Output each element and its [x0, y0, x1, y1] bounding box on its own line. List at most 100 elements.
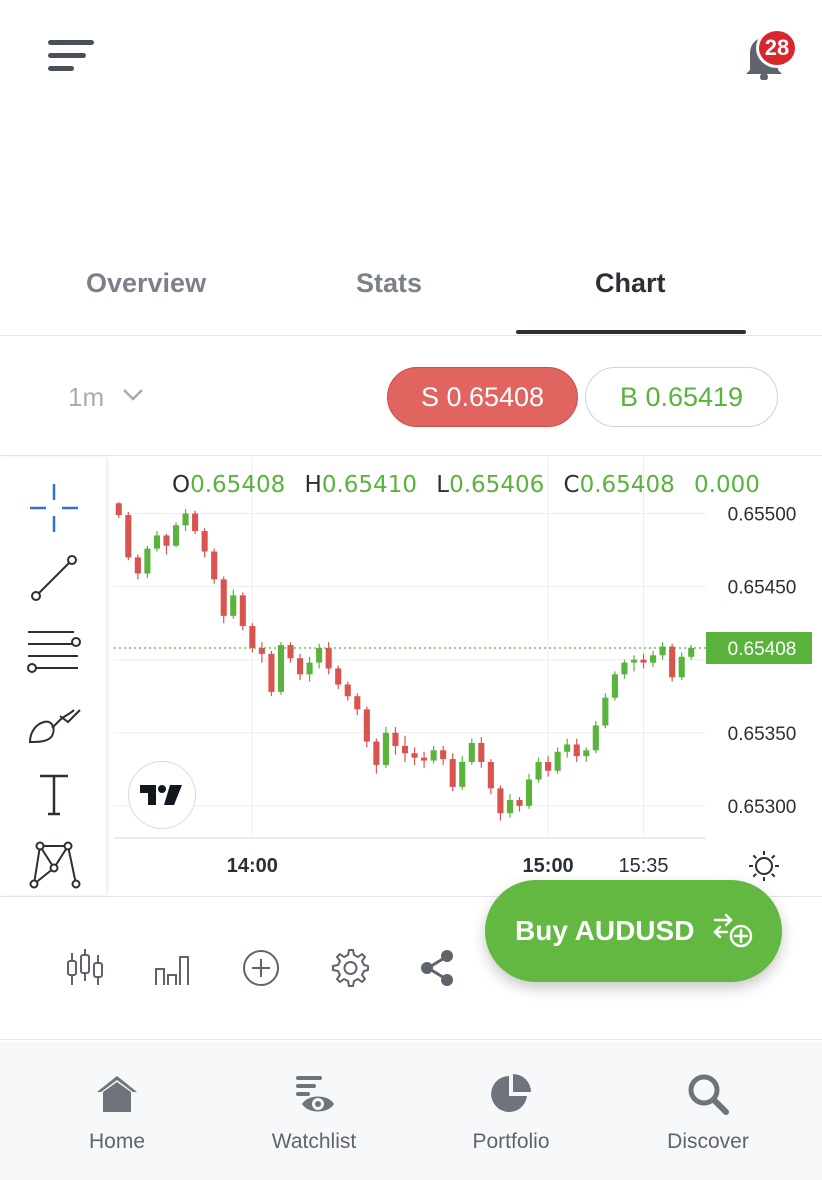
- candle-body: [363, 709, 370, 742]
- candle-body: [230, 595, 237, 616]
- menu-icon[interactable]: [48, 38, 96, 72]
- candle-body: [373, 741, 380, 765]
- notification-badge: 28: [756, 28, 798, 68]
- candle-body: [392, 732, 399, 746]
- candle-body: [583, 750, 590, 757]
- candles-icon[interactable]: [64, 947, 106, 989]
- candle-body: [592, 725, 599, 751]
- candle-body: [335, 668, 342, 685]
- candle-body: [516, 800, 523, 806]
- chart-area[interactable]: 0.65500 0.65450 0.65350 0.65300 0.65408 14:00…: [0, 458, 822, 895]
- open-label: O: [172, 472, 191, 498]
- x-tick-label: 14:00: [227, 855, 278, 877]
- candle-body: [144, 548, 151, 574]
- candle-body: [125, 515, 132, 558]
- active-tab-indicator: [516, 330, 746, 334]
- candle-body: [440, 750, 447, 760]
- candle-body: [268, 653, 275, 692]
- candle-body: [525, 779, 533, 806]
- tab-bar: Overview Stats Chart: [0, 250, 822, 336]
- chart-settings-icon[interactable]: [749, 851, 779, 881]
- bars-icon[interactable]: [152, 947, 194, 989]
- sell-price-button[interactable]: S 0.65408: [387, 367, 578, 427]
- candle-body: [172, 525, 180, 546]
- candle-body: [611, 674, 618, 698]
- candle-body: [449, 759, 456, 787]
- buy-audusd-button[interactable]: Buy AUDUSD: [485, 880, 782, 982]
- change-value: 0.000: [694, 472, 760, 498]
- fib-retracement-icon[interactable]: [24, 620, 84, 680]
- candle-body: [115, 503, 122, 515]
- share-icon[interactable]: [416, 947, 458, 989]
- candle-body: [220, 579, 227, 616]
- candle-body: [211, 551, 218, 580]
- tab-overview[interactable]: Overview: [86, 268, 206, 299]
- candle-body: [554, 751, 561, 771]
- candle-body: [564, 744, 571, 752]
- tradingview-logo-icon: [140, 785, 182, 805]
- candle-body: [640, 659, 647, 663]
- chart-controls: 1m S 0.65408 B 0.65419: [0, 336, 822, 456]
- settings-icon[interactable]: [328, 947, 370, 989]
- x-tick-label: 15:35: [618, 855, 668, 877]
- discover-icon: [688, 1074, 729, 1115]
- pattern-icon[interactable]: [24, 834, 84, 894]
- top-bar: 28: [0, 0, 822, 250]
- y-tick-label: 0.65350: [728, 724, 797, 745]
- high-value: 0.65410: [321, 472, 417, 498]
- brush-icon[interactable]: [24, 692, 84, 752]
- trend-line-icon[interactable]: [24, 548, 84, 608]
- nav-discover[interactable]: Discover: [628, 1072, 788, 1154]
- candle-body: [506, 800, 514, 814]
- candle-body: [535, 762, 542, 780]
- candle-body: [153, 535, 160, 549]
- y-tick-label: 0.65300: [728, 797, 797, 818]
- close-label: C: [563, 472, 580, 498]
- candle-body: [421, 757, 428, 761]
- tab-chart[interactable]: Chart: [595, 268, 666, 299]
- candle-body: [277, 645, 285, 692]
- watchlist-icon: [296, 1076, 334, 1112]
- candle-body: [296, 658, 304, 675]
- interval-selector[interactable]: 1m: [68, 382, 104, 413]
- candle-body: [382, 732, 389, 765]
- buy-price-button[interactable]: B 0.65419: [585, 367, 778, 427]
- home-icon: [97, 1076, 137, 1112]
- candle-body: [401, 745, 409, 754]
- crosshair-icon[interactable]: [24, 478, 84, 538]
- open-value: 0.65408: [190, 472, 286, 498]
- ohlc-readout: O0.65408 H0.65410 L0.65406 C0.65408 0.00…: [172, 472, 772, 498]
- candle-body: [487, 762, 494, 789]
- price-chart[interactable]: 0.65500 0.65450 0.65350 0.65300 0.65408 14:00…: [106, 458, 822, 895]
- bottom-navigation: Home Watchlist Portfolio Discover: [0, 1042, 822, 1180]
- buy-audusd-label: Buy AUDUSD: [515, 915, 695, 946]
- candle-body: [602, 697, 609, 726]
- candle-body: [669, 646, 676, 678]
- high-label: H: [304, 472, 322, 498]
- candle-body: [192, 513, 199, 532]
- candle-body: [163, 535, 170, 546]
- candle-body: [182, 513, 189, 526]
- low-value: 0.65406: [449, 472, 545, 498]
- tradingview-logo[interactable]: [128, 761, 196, 829]
- candle-body: [287, 645, 294, 659]
- add-indicator-icon[interactable]: [240, 947, 282, 989]
- text-tool-icon[interactable]: [24, 764, 84, 824]
- candle-body: [459, 762, 466, 787]
- candle-body: [316, 648, 323, 663]
- candle-body: [650, 655, 657, 663]
- candle-body: [201, 531, 208, 552]
- tab-stats[interactable]: Stats: [356, 268, 422, 299]
- nav-portfolio[interactable]: Portfolio: [431, 1072, 591, 1154]
- candle-body: [478, 743, 485, 762]
- candle-body: [573, 744, 580, 757]
- nav-discover-label: Discover: [667, 1130, 749, 1153]
- nav-home[interactable]: Home: [37, 1072, 197, 1154]
- candle-body: [258, 648, 265, 654]
- candle-body: [134, 557, 141, 574]
- nav-watchlist[interactable]: Watchlist: [234, 1072, 394, 1154]
- chevron-down-icon[interactable]: [122, 388, 144, 402]
- nav-portfolio-label: Portfolio: [472, 1130, 550, 1153]
- y-tick-label: 0.65500: [728, 505, 797, 526]
- candle-body: [497, 788, 504, 814]
